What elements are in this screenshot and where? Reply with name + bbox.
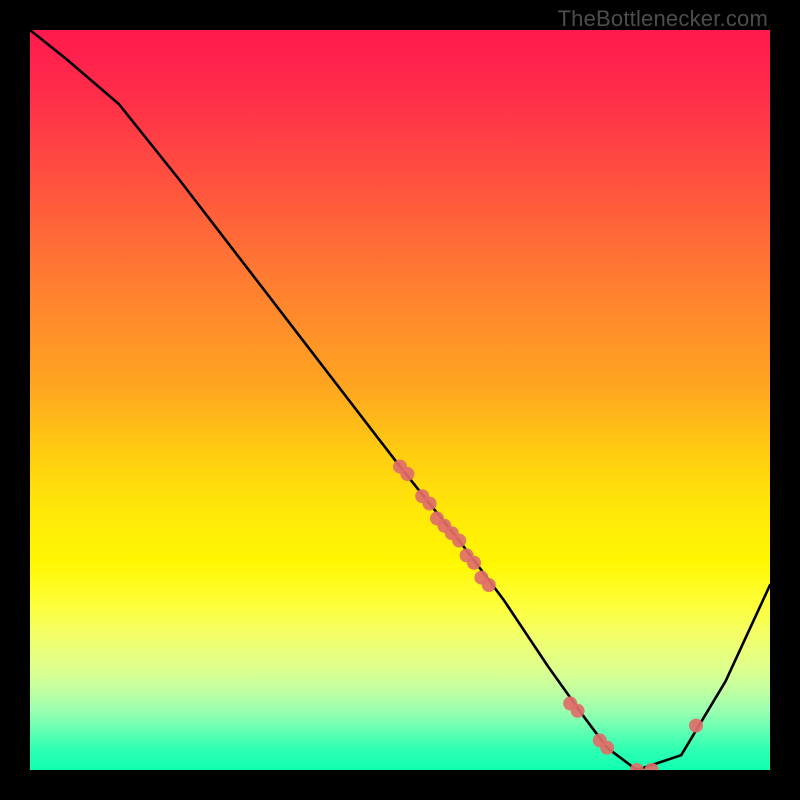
scatter-dot [571,704,585,718]
scatter-dot [689,719,703,733]
chart-svg [30,30,770,770]
scatter-dot [600,741,614,755]
scatter-dot [423,497,437,511]
scatter-dot [400,467,414,481]
scatter-dot [467,556,481,570]
watermark-text: TheBottlenecker.com [558,6,768,32]
bottleneck-curve [30,30,770,770]
scatter-dot [630,763,644,770]
scatter-points [393,460,703,770]
scatter-dot [482,578,496,592]
curve-layer [30,30,770,770]
scatter-dot [452,534,466,548]
chart-container [30,30,770,770]
